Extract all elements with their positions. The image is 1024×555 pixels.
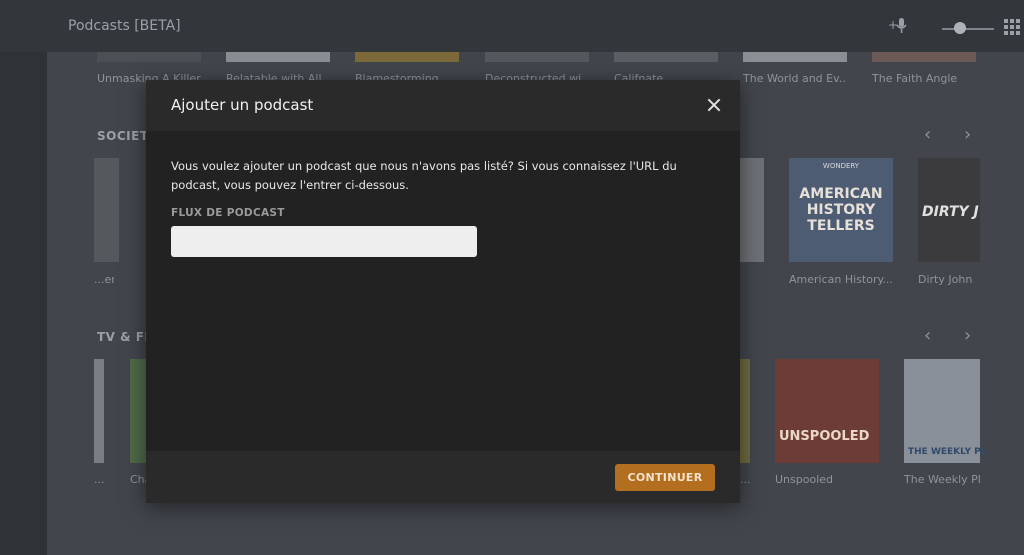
continue-button[interactable]: CONTINUER (615, 464, 715, 491)
podcast-feed-label: FLUX DE PODCAST (171, 207, 285, 219)
dialog-title: Ajouter un podcast (171, 96, 314, 114)
dialog-footer: CONTINUER (146, 451, 740, 503)
close-icon[interactable] (706, 97, 722, 113)
dialog-description: Vous voulez ajouter un podcast que nous … (171, 159, 677, 192)
podcast-feed-input[interactable] (171, 226, 477, 257)
add-podcast-dialog: Ajouter un podcast Vous voulez ajouter u… (146, 80, 740, 503)
